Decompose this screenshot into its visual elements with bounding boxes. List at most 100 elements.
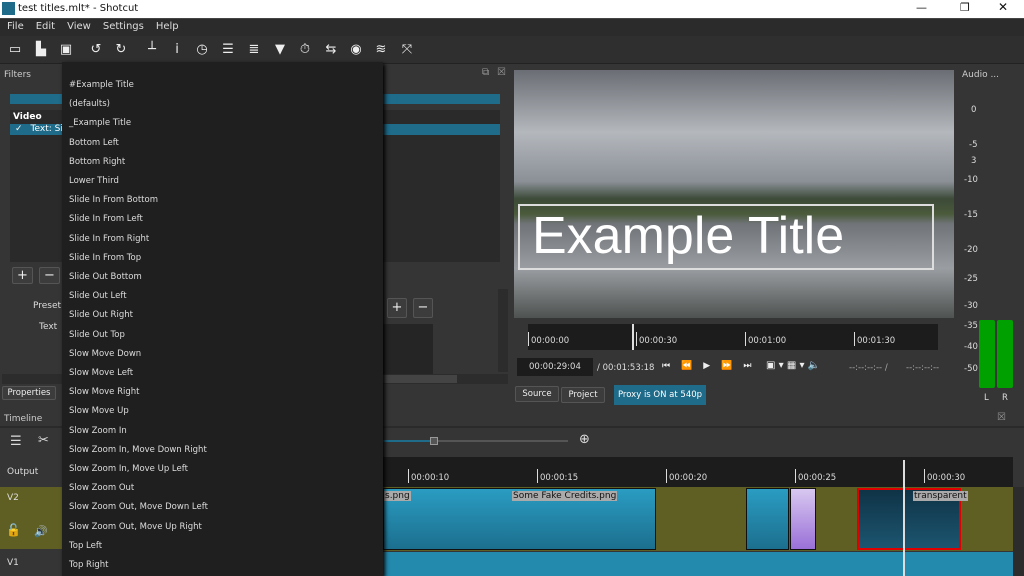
- properties-icon[interactable]: i: [168, 41, 186, 59]
- add-filter-button[interactable]: +: [12, 267, 33, 284]
- menu-edit[interactable]: Edit: [29, 19, 60, 32]
- timeline-playhead[interactable]: [903, 460, 905, 576]
- zoom-in-icon[interactable]: ⊕: [579, 432, 590, 447]
- proxy-status[interactable]: Proxy is ON at 540p: [614, 385, 706, 405]
- text-field[interactable]: [383, 324, 433, 374]
- layers-icon[interactable]: ≋: [372, 41, 390, 59]
- tab-properties[interactable]: Properties: [2, 386, 56, 400]
- menu-help[interactable]: Help: [149, 19, 184, 32]
- restore-button[interactable]: ❐: [960, 1, 970, 14]
- razor-icon[interactable]: ✂: [38, 433, 49, 448]
- jobs-icon[interactable]: ◉: [347, 41, 365, 59]
- menu-settings[interactable]: Settings: [96, 19, 149, 32]
- float-icon[interactable]: ⧉: [482, 67, 489, 78]
- preset-menu-item[interactable]: Slow Zoom Out, Move Up Right: [69, 522, 202, 532]
- track-header-v2[interactable]: V2 🔓 🔊: [0, 487, 62, 549]
- scale-label: -40: [964, 342, 978, 352]
- timeline-menu-icon[interactable]: ☰: [10, 434, 22, 449]
- audio-title: Audio ...: [962, 70, 1000, 80]
- preset-menu-item[interactable]: Slow Move Down: [69, 349, 141, 359]
- preset-menu-item[interactable]: Lower Third: [69, 176, 119, 186]
- preset-menu-item[interactable]: Slow Move Up: [69, 406, 129, 416]
- preset-menu-item[interactable]: Slow Move Right: [69, 387, 140, 397]
- export-icon[interactable]: ⇆: [322, 41, 340, 59]
- clip[interactable]: [746, 488, 789, 550]
- close-panel-icon[interactable]: ☒: [497, 67, 506, 78]
- zoom-slider[interactable]: [383, 440, 433, 442]
- minimize-button[interactable]: —: [916, 1, 927, 14]
- add-preset-button[interactable]: +: [387, 298, 407, 318]
- preset-menu-item[interactable]: #Example Title: [69, 80, 134, 90]
- preset-menu-item[interactable]: Top Right: [69, 560, 108, 570]
- preset-menu-item[interactable]: Slow Zoom In, Move Down Right: [69, 445, 207, 455]
- preset-menu-item[interactable]: Slide Out Right: [69, 310, 133, 320]
- clip-credits[interactable]: s.png Some Fake Credits.png: [383, 488, 656, 550]
- peak-meter-icon[interactable]: ┴: [143, 41, 161, 59]
- track-headers: Output V2 🔓 🔊 V1: [0, 457, 62, 576]
- preset-menu-item[interactable]: Slide In From Right: [69, 234, 149, 244]
- preset-menu-item[interactable]: Slide Out Bottom: [69, 272, 142, 282]
- keyframes-icon[interactable]: ⏱: [296, 41, 314, 59]
- preset-menu-item[interactable]: Slide Out Top: [69, 330, 125, 340]
- preset-menu-item[interactable]: Slow Zoom In: [69, 426, 127, 436]
- save-icon[interactable]: ▣: [57, 41, 75, 59]
- tab-project[interactable]: Project: [561, 387, 605, 403]
- player-playhead[interactable]: [632, 324, 634, 350]
- player-ruler[interactable]: 00:00:00 00:00:30 00:01:00 00:01:30: [528, 324, 938, 350]
- tab-source[interactable]: Source: [515, 386, 559, 402]
- timeline-close-icon[interactable]: ☒: [997, 412, 1006, 423]
- open-icon[interactable]: ▭: [6, 41, 24, 59]
- filters-icon[interactable]: ▼: [271, 41, 289, 59]
- redo-icon[interactable]: ↻: [112, 41, 130, 59]
- transport-controls[interactable]: ⏮⏪▶⏩⏭: [662, 361, 763, 371]
- preset-menu-item[interactable]: (defaults): [69, 99, 110, 109]
- preset-menu-item[interactable]: Slide In From Left: [69, 214, 143, 224]
- preset-menu-item[interactable]: _Example Title: [69, 118, 131, 128]
- track-v1[interactable]: [383, 552, 1013, 576]
- playlist-icon[interactable]: ☰: [219, 41, 237, 59]
- preset-dropdown: #Example Title (defaults) _Example Title Bo…: [62, 62, 383, 576]
- ruler-label: 00:00:20: [666, 469, 707, 483]
- zoom-grid-volume-icons[interactable]: ▣ ▾ ▦ ▾ 🔈: [766, 360, 820, 371]
- preset-menu-item[interactable]: Slide Out Left: [69, 291, 127, 301]
- preset-menu-item[interactable]: Slow Zoom In, Move Up Left: [69, 464, 188, 474]
- zoom-slider-track[interactable]: [433, 440, 568, 442]
- text-label: Text: [39, 322, 58, 332]
- mute-icon[interactable]: 🔊: [34, 525, 48, 538]
- menu-view[interactable]: View: [60, 19, 96, 32]
- preset-menu-item[interactable]: Top Left: [69, 541, 102, 551]
- timeline-ruler[interactable]: 00:00:10 00:00:15 00:00:20 00:00:25 00:0…: [383, 457, 1013, 487]
- meter-left: [979, 320, 995, 388]
- clip-transparent-selected[interactable]: transparent: [857, 488, 968, 550]
- in-out-label: --:--:--:-- /: [849, 363, 888, 373]
- remove-filter-button[interactable]: −: [39, 267, 60, 284]
- preset-menu-item[interactable]: Slow Move Left: [69, 368, 133, 378]
- vertical-scrollbar[interactable]: [498, 289, 508, 372]
- preset-menu-item[interactable]: Slide In From Top: [69, 253, 141, 263]
- lock-icon[interactable]: 🔓: [6, 523, 21, 537]
- zoom-slider-handle[interactable]: [430, 437, 438, 445]
- fullscreen-icon[interactable]: ⤧: [398, 41, 416, 59]
- preset-menu-item[interactable]: Slow Zoom Out: [69, 483, 134, 493]
- preset-menu-item[interactable]: Slide In From Bottom: [69, 195, 158, 205]
- window-title: test titles.mlt* - Shotcut: [18, 3, 139, 14]
- undo-icon[interactable]: ↺: [87, 41, 105, 59]
- transition[interactable]: [790, 488, 816, 550]
- menu-file[interactable]: File: [0, 19, 29, 32]
- timeline-title: Timeline: [4, 414, 43, 424]
- preset-menu-item[interactable]: Bottom Left: [69, 138, 119, 148]
- timeline-scrollbar[interactable]: [1013, 487, 1024, 576]
- close-button[interactable]: ✕: [998, 0, 1008, 14]
- overlay-title-text: Example Title: [532, 207, 845, 265]
- preset-menu-item[interactable]: Bottom Right: [69, 157, 125, 167]
- preset-menu-item[interactable]: Slow Zoom Out, Move Down Left: [69, 502, 208, 512]
- remove-preset-button[interactable]: −: [413, 298, 433, 318]
- ruler-label: 00:00:00: [528, 332, 569, 346]
- position-field[interactable]: 00:00:29:04: [517, 358, 593, 376]
- audio-meter-panel: Audio ... 3 0 -5 -10 -15 -20 -25 -30 -35…: [956, 64, 1024, 410]
- open-other-icon[interactable]: ▙: [32, 41, 50, 59]
- recent-icon[interactable]: ◷: [193, 41, 211, 59]
- history-icon[interactable]: ≣: [245, 41, 263, 59]
- video-preview[interactable]: Example Title: [514, 70, 954, 318]
- ruler-label: 00:01:30: [854, 332, 895, 346]
